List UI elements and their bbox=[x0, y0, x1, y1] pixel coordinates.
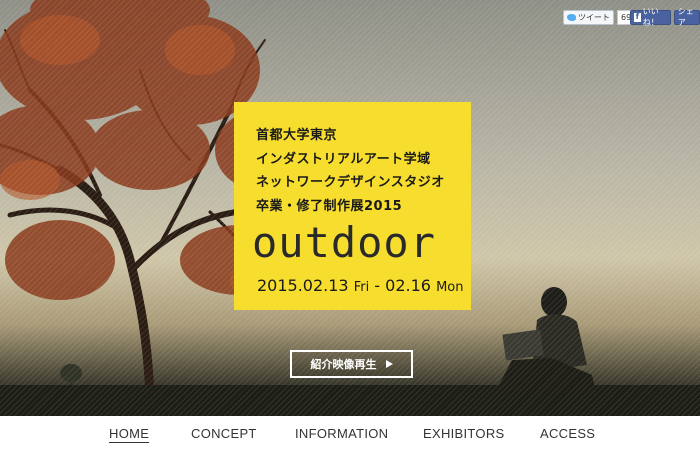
nav-item-access[interactable]: ACCESS bbox=[540, 426, 595, 441]
nav-item-concept[interactable]: CONCEPT bbox=[191, 426, 257, 441]
facebook-share[interactable]: f いいね！ シェア bbox=[630, 7, 700, 27]
event-title-lines: 首都大学東京 インダストリアルアート学域 ネットワークデザインスタジオ 卒業・修… bbox=[256, 124, 445, 218]
date-separator: - bbox=[369, 276, 386, 295]
play-intro-video-button[interactable]: 紹介映像再生 bbox=[290, 350, 413, 378]
tweet-button[interactable]: ツイート bbox=[563, 9, 614, 25]
date-start-day: Fri bbox=[353, 280, 370, 295]
twitter-share[interactable]: ツイート 69 bbox=[563, 9, 636, 25]
main-nav: HOME CONCEPT INFORMATION EXHIBITORS ACCE… bbox=[0, 416, 700, 450]
share-button[interactable]: シェア bbox=[673, 7, 700, 27]
title-line-university: 首都大学東京 bbox=[256, 128, 338, 143]
facebook-icon: f bbox=[634, 12, 641, 22]
nav-item-home[interactable]: HOME bbox=[109, 426, 150, 443]
like-label: いいね！ bbox=[642, 7, 659, 27]
title-line-exhibition: 卒業・修了制作展2015 bbox=[256, 198, 403, 214]
event-dates: 2015.02.13 Fri - 02.16 Mon bbox=[257, 276, 463, 295]
date-end: 02.16 bbox=[385, 276, 431, 295]
tweet-label: ツイート bbox=[578, 12, 610, 22]
video-button-label: 紹介映像再生 bbox=[310, 358, 377, 371]
date-end-day: Mon bbox=[436, 280, 464, 295]
outdoor-logo: outdoor bbox=[252, 218, 437, 267]
nav-item-exhibitors[interactable]: EXHIBITORS bbox=[423, 426, 505, 441]
title-line-department: インダストリアルアート学域 bbox=[256, 151, 431, 167]
twitter-bird-icon bbox=[567, 13, 576, 21]
like-button[interactable]: f いいね！ bbox=[630, 7, 671, 27]
event-title-panel: 首都大学東京 インダストリアルアート学域 ネットワークデザインスタジオ 卒業・修… bbox=[234, 102, 471, 310]
title-line-studio: ネットワークデザインスタジオ bbox=[256, 175, 445, 190]
nav-item-information[interactable]: INFORMATION bbox=[295, 426, 388, 441]
date-start: 2015.02.13 bbox=[257, 276, 349, 295]
play-icon bbox=[385, 360, 393, 368]
